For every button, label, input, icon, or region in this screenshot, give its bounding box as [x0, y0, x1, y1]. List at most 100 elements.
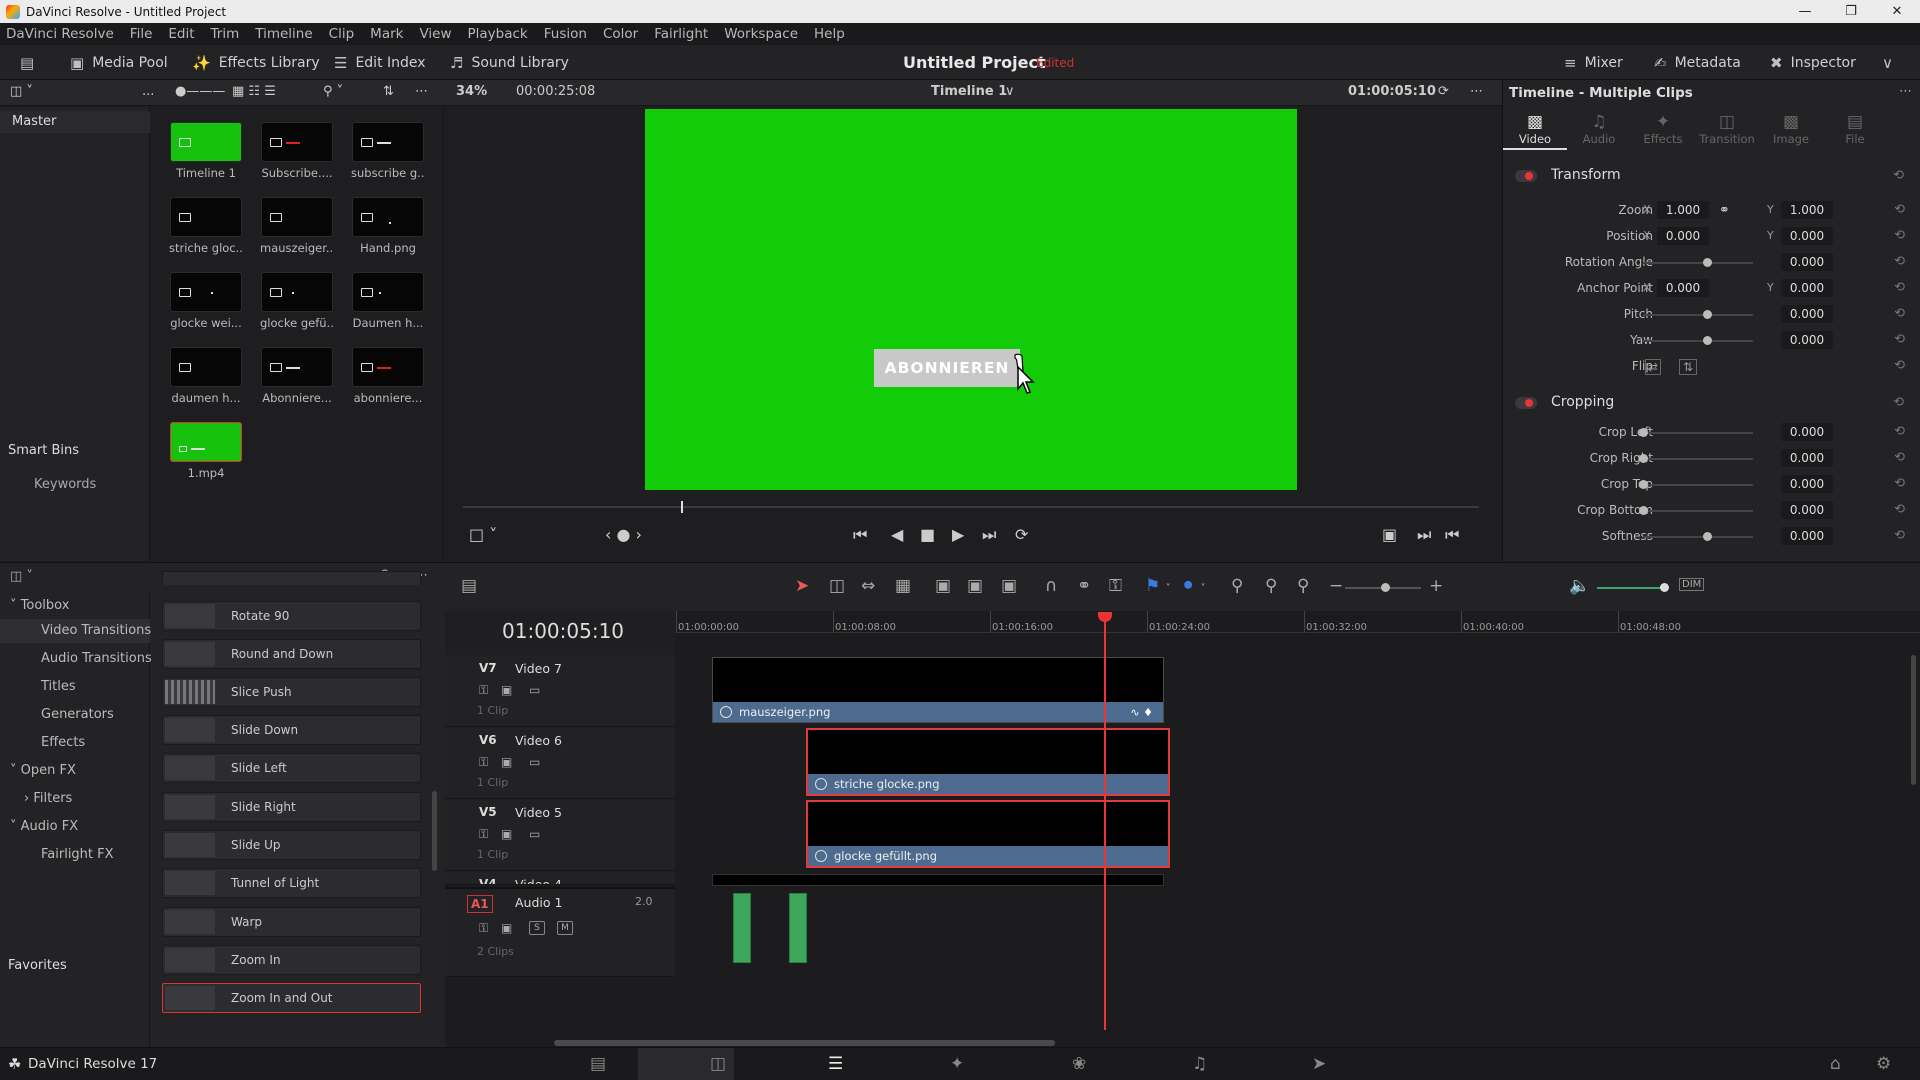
track-visibility-icon[interactable]: ▭ — [529, 827, 540, 841]
metadata-button[interactable]: ✍ Metadata — [1654, 45, 1741, 80]
zoom-in-icon[interactable]: + — [1429, 576, 1443, 596]
timeline-view-icon[interactable]: ▤ — [461, 576, 477, 596]
media-pool-button[interactable]: ▣ Media Pool — [70, 45, 168, 80]
match-frame-icon[interactable]: ▣ — [1382, 525, 1397, 544]
crop-top-knob[interactable] — [1639, 480, 1648, 489]
cropping-toggle[interactable] — [1515, 397, 1537, 409]
viewer-scrubber[interactable] — [463, 501, 1479, 513]
maximize-button[interactable]: ❐ — [1828, 0, 1874, 23]
audio-fx-group[interactable]: ˅ Audio FX — [10, 819, 78, 834]
solo-button[interactable]: S — [529, 921, 545, 935]
zoom-custom-icon[interactable]: ⚲ — [1297, 576, 1309, 596]
reset-icon[interactable]: ⟲ — [1894, 280, 1905, 295]
pitch-slider[interactable] — [1643, 314, 1753, 316]
audio-clip[interactable] — [733, 893, 751, 963]
insert-clip-icon[interactable]: ▣ — [935, 576, 951, 596]
lock-icon[interactable]: ⚿ — [479, 921, 488, 936]
list-item[interactable]: Round and Down — [162, 639, 421, 669]
crop-bottom-field[interactable]: 0.000 — [1781, 501, 1833, 519]
reset-icon[interactable]: ⟲ — [1894, 476, 1905, 491]
softness-knob[interactable] — [1703, 532, 1712, 541]
jog-control[interactable]: ‹ ● › — [605, 525, 642, 544]
reset-icon[interactable]: ⟲ — [1894, 202, 1905, 217]
generators-item[interactable]: Generators — [41, 707, 114, 722]
track-header-v5[interactable]: V5 Video 5 ⚿ ▣ ▭ 1 Clip — [445, 799, 675, 871]
media-clip[interactable]: abonniere... — [351, 347, 425, 405]
go-to-end-icon[interactable]: ⏭ — [982, 525, 996, 545]
menu-timeline[interactable]: Timeline — [255, 26, 312, 42]
volume-icon[interactable]: 🔈 — [1569, 576, 1590, 596]
timeline-playhead[interactable] — [1098, 612, 1112, 1030]
collapse-icon[interactable]: ∨ — [1882, 45, 1901, 80]
anchor-x-field[interactable]: 0.000 — [1657, 279, 1709, 297]
stop-icon[interactable]: ■ — [920, 525, 935, 544]
crop-bottom-slider[interactable] — [1643, 510, 1753, 512]
menu-davinci[interactable]: DaVinci Resolve — [6, 26, 114, 42]
media-clip[interactable]: daumen h... — [169, 347, 243, 405]
bin-more[interactable]: ... — [142, 84, 154, 99]
position-y-field[interactable]: 0.000 — [1781, 227, 1833, 245]
softness-slider[interactable] — [1643, 536, 1753, 538]
inspector-options-icon[interactable]: ⋯ — [1899, 84, 1912, 99]
track-visibility-icon[interactable]: ▭ — [529, 683, 540, 697]
sort-icon[interactable]: ⇅ — [383, 84, 394, 99]
viewer-options-icon[interactable]: ⋯ — [1470, 84, 1483, 99]
next-edit-icon[interactable]: ⏭ — [1417, 525, 1431, 545]
toolbox-group[interactable]: ˅ Toolbox — [10, 598, 69, 613]
audio-clip[interactable] — [789, 893, 807, 963]
mixer-button[interactable]: ≡ Mixer — [1564, 45, 1623, 80]
zoom-out-icon[interactable]: − — [1329, 576, 1343, 596]
trim-tool-icon[interactable]: ◫ — [829, 576, 845, 596]
pitch-knob[interactable] — [1703, 310, 1712, 319]
overwrite-clip-icon[interactable]: ▣ — [967, 576, 983, 596]
crop-right-slider[interactable] — [1643, 458, 1753, 460]
minimize-button[interactable]: — — [1782, 0, 1828, 23]
viewer-canvas[interactable]: ABONNIEREN — [645, 109, 1297, 490]
effects-item[interactable]: Effects — [41, 735, 85, 750]
time-ruler[interactable]: 01:00:00:00 01:00:08:00 01:00:16:00 01:0… — [676, 611, 1920, 633]
reset-icon[interactable]: ⟲ — [1894, 306, 1905, 321]
crop-right-field[interactable]: 0.000 — [1781, 449, 1833, 467]
inspector-button[interactable]: ✖ Inspector — [1770, 45, 1856, 80]
thumb-size-slider[interactable]: ●——— — [175, 84, 225, 99]
tab-transition[interactable]: ◫ Transition — [1695, 110, 1759, 150]
auto-select-icon[interactable]: ▣ — [501, 921, 512, 935]
rotation-slider[interactable] — [1643, 262, 1753, 264]
tab-audio[interactable]: ♫ Audio — [1567, 110, 1631, 150]
yaw-field[interactable]: 0.000 — [1781, 331, 1833, 349]
auto-select-icon[interactable]: ▣ — [501, 827, 512, 841]
volume-slider[interactable] — [1597, 587, 1663, 589]
list-item[interactable]: Zoom In — [162, 945, 421, 975]
effects-library-button[interactable]: ✨ Effects Library — [192, 45, 320, 80]
menu-view[interactable]: View — [419, 26, 451, 42]
list-item[interactable]: Slide Right — [162, 792, 421, 822]
anchor-y-field[interactable]: 0.000 — [1781, 279, 1833, 297]
reset-icon[interactable]: ⟲ — [1894, 254, 1905, 269]
blade-tool-icon[interactable]: ▦ — [895, 576, 911, 596]
reset-icon[interactable]: ⟲ — [1894, 358, 1905, 373]
reset-icon[interactable]: ⟲ — [1894, 228, 1905, 243]
zoom-full-icon[interactable]: ⚲ — [1231, 576, 1243, 596]
track-header-v4[interactable]: V4 Video 4 — [445, 871, 675, 885]
timeline-selector[interactable]: Timeline 1 — [931, 84, 1007, 99]
flag-icon[interactable]: ⚑ ˅ — [1145, 576, 1171, 596]
track-header-v7[interactable]: V7 Video 7 ⚿ ▣ ▭ 1 Clip — [445, 655, 675, 727]
tab-effects[interactable]: ✦ Effects — [1631, 110, 1695, 150]
selection-tool-icon[interactable]: ➤ — [795, 576, 809, 596]
lock-icon[interactable]: ⚿ — [479, 683, 488, 698]
snapping-icon[interactable]: ∩ — [1045, 576, 1057, 596]
monitor-icon[interactable]: ▤ — [20, 45, 42, 80]
crop-left-slider[interactable] — [1643, 432, 1753, 434]
zoom-detail-icon[interactable]: ⚲ — [1265, 576, 1277, 596]
favorites-header[interactable]: Favorites — [8, 958, 67, 973]
tab-file[interactable]: ▤ File — [1823, 110, 1887, 150]
link-icon[interactable]: ⚭ — [1077, 576, 1091, 596]
dynamic-trim-icon[interactable]: ⇔ — [861, 576, 875, 596]
tab-image[interactable]: ▩ Image — [1759, 110, 1823, 150]
yaw-knob[interactable] — [1703, 336, 1712, 345]
tab-video[interactable]: ▩ Video — [1503, 110, 1567, 150]
home-icon[interactable]: ⌂ — [1830, 1054, 1841, 1074]
zoom-x-field[interactable]: 1.000 — [1657, 201, 1709, 219]
fusion-page-icon[interactable]: ✦ — [950, 1054, 964, 1074]
media-clip[interactable]: glocke wei... — [169, 272, 243, 330]
